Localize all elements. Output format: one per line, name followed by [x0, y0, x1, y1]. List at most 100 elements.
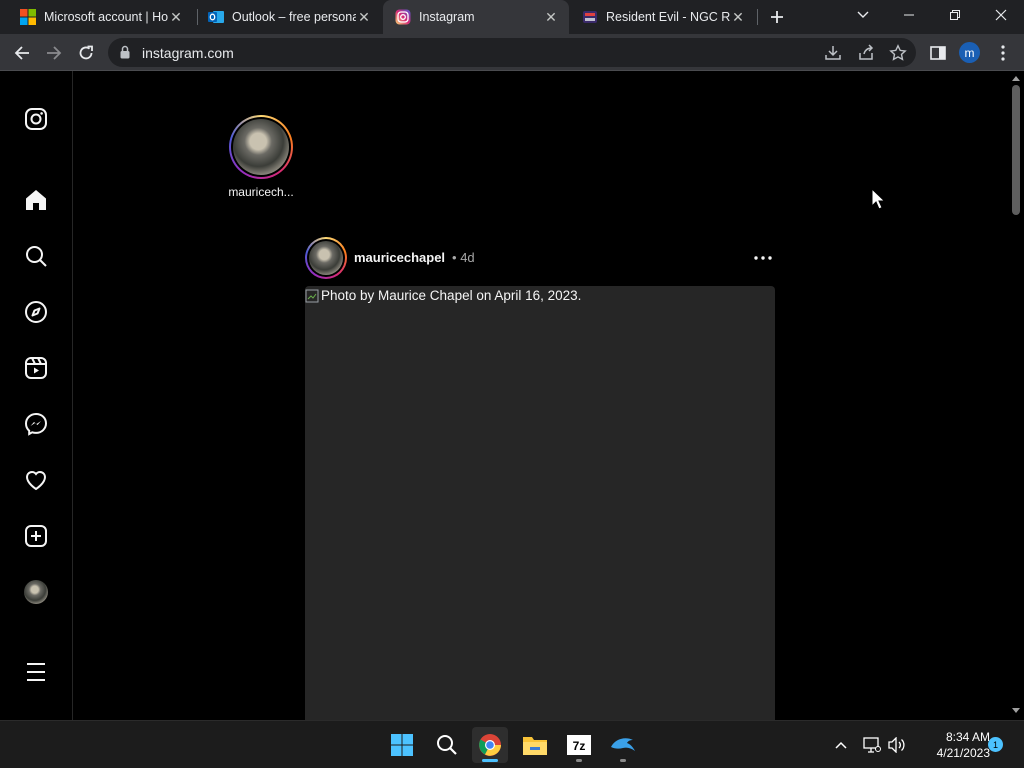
tab-title: Microsoft account | Ho [44, 10, 168, 24]
tray-network[interactable] [862, 735, 882, 755]
nav-more[interactable] [22, 658, 50, 686]
notification-badge[interactable]: 1 [988, 737, 1003, 752]
instagram-logo-icon [25, 108, 47, 130]
nav-reels[interactable] [22, 354, 50, 382]
tab-title: Resident Evil - NGC RO [606, 10, 730, 24]
tray-overflow-button[interactable] [831, 735, 851, 755]
hamburger-menu-icon [27, 663, 45, 681]
reload-icon [79, 45, 93, 60]
scroll-down-arrow-icon[interactable] [1012, 708, 1020, 714]
speaker-icon [888, 737, 905, 753]
clock-date: 4/21/2023 [936, 746, 990, 760]
browser-menu-button[interactable] [990, 40, 1016, 66]
nav-notifications[interactable] [22, 466, 50, 494]
nav-messages[interactable] [22, 410, 50, 438]
search-icon [26, 246, 47, 267]
post-header: mauricechapel • 4d [305, 237, 775, 279]
broken-image-icon [305, 289, 319, 302]
close-tab-icon[interactable]: ✕ [543, 9, 559, 25]
broken-image: Photo by Maurice Chapel on April 16, 202… [305, 288, 581, 303]
outlook-icon [208, 11, 224, 23]
scroll-thumb[interactable] [1012, 85, 1020, 215]
close-tab-icon[interactable]: ✕ [730, 9, 746, 25]
taskbar-clock[interactable]: 8:34 AM 4/21/2023 [912, 729, 990, 761]
microsoft-icon [20, 9, 36, 25]
svg-text:7z: 7z [573, 739, 586, 753]
post-options-button[interactable] [751, 248, 775, 268]
network-icon [863, 737, 881, 753]
scroll-up-arrow-icon[interactable] [1012, 75, 1020, 81]
back-button[interactable] [9, 40, 35, 66]
windows-taskbar: 7z 8:34 AM 4/21/2023 1 [0, 720, 1024, 768]
image-alt-text: Photo by Maurice Chapel on April 16, 202… [321, 288, 582, 303]
nav-explore[interactable] [22, 298, 50, 326]
tab-outlook[interactable]: Outlook – free persona ✕ [196, 0, 382, 34]
instagram-sidebar [0, 71, 73, 720]
chevron-up-icon [835, 741, 847, 749]
taskbar-file-explorer[interactable] [517, 727, 553, 763]
close-tab-icon[interactable]: ✕ [356, 9, 372, 25]
lock-icon[interactable] [120, 45, 130, 59]
nav-profile[interactable] [22, 578, 50, 606]
arrow-left-icon [14, 46, 29, 60]
nav-search[interactable] [22, 242, 50, 270]
folder-icon [523, 737, 547, 755]
post-image[interactable]: Photo by Maurice Chapel on April 16, 202… [305, 286, 775, 720]
tab-resident-evil[interactable]: Resident Evil - NGC RO ✕ [570, 0, 756, 34]
instagram-page: mauricech... mauricechapel • 4d Photo by… [0, 71, 1008, 720]
taskbar-search-button[interactable] [429, 727, 465, 763]
nav-home[interactable] [22, 186, 50, 214]
forward-button[interactable] [41, 40, 67, 66]
heart-icon [25, 471, 47, 491]
tab-microsoft-account[interactable]: Microsoft account | Ho ✕ [8, 0, 194, 34]
7zip-icon: 7z [567, 735, 591, 755]
new-tab-button[interactable] [764, 5, 790, 29]
tab-search-button[interactable] [840, 0, 886, 30]
mouse-cursor-icon [871, 188, 885, 210]
share-icon[interactable] [857, 44, 875, 62]
arrow-right-icon [47, 46, 62, 60]
tab-title: Instagram [419, 10, 475, 24]
create-plus-icon [25, 525, 47, 547]
install-app-icon[interactable] [824, 44, 842, 62]
restore-button[interactable] [932, 0, 978, 30]
page-scrollbar[interactable] [1008, 71, 1024, 720]
browser-tab-strip: Microsoft account | Ho ✕ Outlook – free … [0, 0, 1024, 34]
reload-button[interactable] [73, 40, 99, 66]
post-username[interactable]: mauricechapel [354, 250, 445, 265]
taskbar-dolphin-emulator[interactable] [605, 727, 641, 763]
tab-divider [757, 9, 758, 25]
running-indicator [576, 759, 582, 762]
taskbar-7zip[interactable]: 7z [561, 727, 597, 763]
post-time-value: 4d [460, 250, 475, 265]
close-tab-icon[interactable]: ✕ [168, 9, 184, 25]
running-indicator [482, 759, 498, 762]
running-indicator [620, 759, 626, 762]
clock-time: 8:34 AM [945, 730, 990, 744]
nav-create[interactable] [22, 522, 50, 550]
address-bar[interactable]: instagram.com [108, 38, 916, 67]
minimize-button[interactable] [886, 0, 932, 30]
side-panel-button[interactable] [925, 40, 951, 66]
tab-instagram[interactable]: Instagram ✕ [383, 0, 569, 34]
profile-avatar-image [24, 580, 48, 604]
minimize-icon [904, 14, 914, 16]
close-window-button[interactable] [978, 0, 1024, 30]
nav-instagram-logo[interactable] [22, 105, 50, 133]
tab-title: Outlook – free persona [232, 10, 356, 24]
bookmark-star-icon[interactable] [889, 44, 907, 62]
post-avatar[interactable] [305, 237, 347, 279]
taskbar-chrome[interactable] [472, 727, 508, 763]
more-horizontal-icon [754, 256, 772, 260]
home-icon [26, 190, 46, 210]
game-site-icon [583, 11, 597, 23]
profile-avatar[interactable]: m [959, 42, 980, 63]
windows-logo-icon [391, 734, 413, 756]
story-avatar [233, 119, 289, 175]
tray-volume[interactable] [887, 735, 907, 755]
story-item[interactable]: mauricech... [223, 115, 299, 199]
taskbar-start-button[interactable] [384, 727, 420, 763]
side-panel-icon [930, 46, 946, 60]
story-username: mauricech... [228, 185, 294, 199]
chrome-icon [479, 734, 501, 756]
